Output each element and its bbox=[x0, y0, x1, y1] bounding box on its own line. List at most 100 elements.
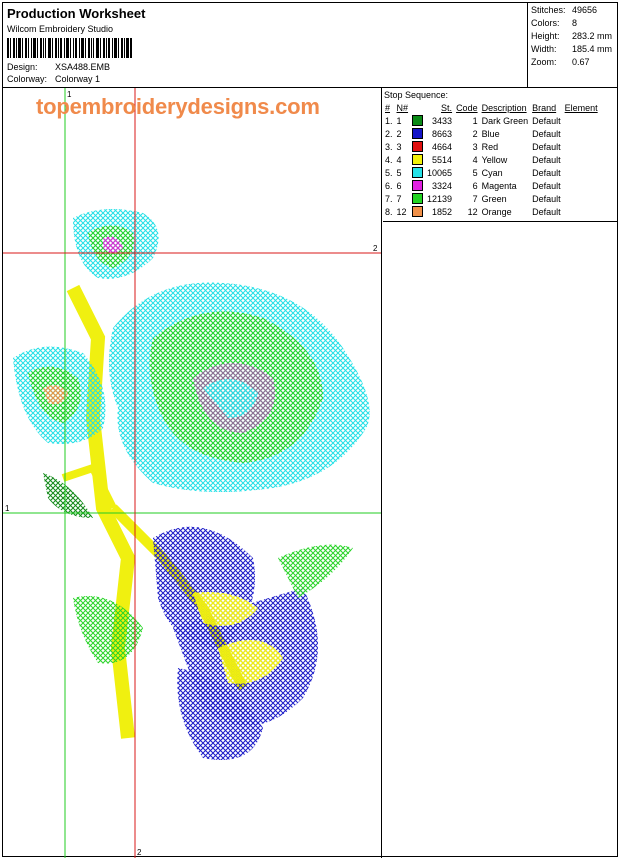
col-description: Description bbox=[481, 102, 527, 113]
design-label: Design: bbox=[7, 62, 38, 72]
row-code: 12 bbox=[467, 206, 478, 217]
table-row: 8. 12 1852 12 Orange Default bbox=[383, 205, 600, 218]
color-swatch bbox=[412, 180, 424, 192]
row-brand: Default bbox=[532, 206, 561, 217]
row-brand: Default bbox=[532, 141, 561, 152]
color-swatch bbox=[412, 115, 424, 127]
row-stitches: 4664 bbox=[432, 141, 453, 152]
watermark-text: topembroiderydesigns.com bbox=[36, 94, 320, 119]
row-stitches: 1852 bbox=[432, 206, 453, 217]
row-description: Yellow bbox=[481, 154, 508, 165]
vertical-divider bbox=[381, 88, 382, 858]
color-swatch bbox=[412, 154, 424, 166]
row-stitches: 8663 bbox=[432, 128, 453, 139]
row-brand: Default bbox=[532, 128, 561, 139]
row-stitches: 10065 bbox=[427, 167, 453, 178]
row-needle: 5 bbox=[396, 167, 402, 178]
row-code: 7 bbox=[472, 193, 478, 204]
row-swatch bbox=[410, 179, 425, 192]
col-index: # bbox=[385, 102, 391, 113]
row-code: 1 bbox=[472, 115, 478, 126]
color-swatch bbox=[412, 193, 424, 205]
stat-height: Height: 283.2 mm bbox=[531, 31, 613, 41]
colorway-value: Colorway 1 bbox=[55, 74, 101, 84]
row-swatch bbox=[410, 114, 425, 127]
stat-width: Width: 185.4 mm bbox=[531, 44, 613, 54]
guide-label-2-bottom: 2 bbox=[137, 848, 142, 857]
row-needle: 3 bbox=[396, 141, 402, 152]
colorway-field: Colorway: Colorway 1 bbox=[7, 74, 100, 84]
header-left: Production Worksheet Wilcom Embroidery S… bbox=[3, 3, 527, 87]
col-swatch bbox=[410, 101, 425, 114]
row-description: Magenta bbox=[481, 180, 517, 191]
stat-colors: Colors: 8 bbox=[531, 18, 578, 28]
guide-label-1-left: 1 bbox=[5, 504, 10, 513]
design-value: XSA488.EMB bbox=[55, 62, 111, 72]
stop-sequence-caption: Stop Sequence: bbox=[384, 90, 449, 100]
row-element bbox=[563, 166, 600, 179]
row-brand: Default bbox=[532, 154, 561, 165]
design-stats: Stitches: 49656 Colors: 8 Height: 283.2 mm … bbox=[527, 3, 618, 87]
row-swatch bbox=[410, 127, 425, 140]
worksheet: Production Worksheet Wilcom Embroidery S… bbox=[2, 2, 618, 858]
table-row: 3. 3 4664 3 Red Default bbox=[383, 140, 600, 153]
table-row: 4. 4 5514 4 Yellow Default bbox=[383, 153, 600, 166]
row-swatch bbox=[410, 192, 425, 205]
row-element bbox=[563, 179, 600, 192]
row-index: 1. bbox=[385, 115, 393, 126]
color-swatch bbox=[412, 167, 424, 179]
stat-zoom: Zoom: 0.67 bbox=[531, 57, 590, 67]
row-index: 7. bbox=[385, 193, 393, 204]
row-element bbox=[563, 192, 600, 205]
col-stitches: St. bbox=[441, 102, 453, 113]
row-code: 4 bbox=[472, 154, 478, 165]
row-swatch bbox=[410, 153, 425, 166]
row-index: 6. bbox=[385, 180, 393, 191]
col-code: Code bbox=[456, 102, 478, 113]
row-element bbox=[563, 153, 600, 166]
row-needle: 6 bbox=[396, 180, 402, 191]
table-row: 7. 7 12139 7 Green Default bbox=[383, 192, 600, 205]
table-row: 6. 6 3324 6 Magenta Default bbox=[383, 179, 600, 192]
row-element bbox=[563, 140, 600, 153]
row-description: Green bbox=[481, 193, 507, 204]
row-needle: 4 bbox=[396, 154, 402, 165]
row-index: 8. bbox=[385, 206, 393, 217]
row-description: Orange bbox=[481, 206, 512, 217]
row-needle: 12 bbox=[396, 206, 407, 217]
row-brand: Default bbox=[532, 180, 561, 191]
row-stitches: 3433 bbox=[432, 115, 453, 126]
stop-sequence-rows: 1. 1 3433 1 Dark Green Default 2. 2 8663 2 Blue Def… bbox=[383, 114, 600, 218]
table-row: 5. 5 10065 5 Cyan Default bbox=[383, 166, 600, 179]
row-swatch bbox=[410, 205, 425, 218]
color-swatch bbox=[412, 128, 424, 140]
row-index: 3. bbox=[385, 141, 393, 152]
row-element bbox=[563, 114, 600, 127]
row-brand: Default bbox=[532, 193, 561, 204]
row-needle: 7 bbox=[396, 193, 402, 204]
col-needle: N# bbox=[396, 102, 409, 113]
colorway-label: Colorway: bbox=[7, 74, 48, 84]
row-stitches: 3324 bbox=[432, 180, 453, 191]
barcode bbox=[7, 38, 132, 58]
row-description: Red bbox=[481, 141, 499, 152]
table-header-row: # N# St. Code Description Brand Element bbox=[383, 101, 600, 114]
design-preview: 1 1 2 2 bbox=[3, 88, 381, 858]
table-row: 1. 1 3433 1 Dark Green Default bbox=[383, 114, 600, 127]
row-element bbox=[563, 127, 600, 140]
row-stitches: 12139 bbox=[427, 193, 453, 204]
row-index: 4. bbox=[385, 154, 393, 165]
row-needle: 1 bbox=[396, 115, 402, 126]
row-description: Blue bbox=[481, 128, 500, 139]
row-code: 6 bbox=[472, 180, 478, 191]
row-index: 5. bbox=[385, 167, 393, 178]
row-stitches: 5514 bbox=[432, 154, 453, 165]
design-field: Design: XSA488.EMB bbox=[7, 62, 110, 72]
color-swatch bbox=[412, 141, 424, 153]
col-brand: Brand bbox=[532, 102, 557, 113]
col-element: Element bbox=[564, 102, 598, 113]
row-description: Cyan bbox=[481, 167, 503, 178]
row-description: Dark Green bbox=[481, 115, 529, 126]
row-swatch bbox=[410, 140, 425, 153]
table-row: 2. 2 8663 2 Blue Default bbox=[383, 127, 600, 140]
